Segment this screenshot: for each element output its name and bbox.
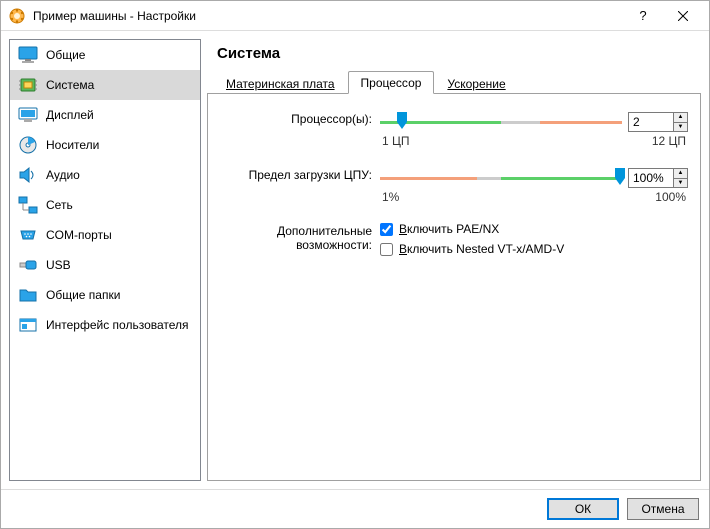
- close-button[interactable]: [663, 2, 703, 30]
- cpu-min-label: 1 ЦП: [382, 134, 410, 148]
- sidebar-item-serial[interactable]: COM-порты: [10, 220, 200, 250]
- content-area: Общие Система Дисплей Носители Аудио Сет…: [1, 31, 709, 489]
- window-title: Пример машины - Настройки: [33, 9, 623, 23]
- tab-body: Процессор(ы):: [207, 94, 701, 481]
- usb-icon: [18, 256, 38, 274]
- sidebar-item-label: Общие папки: [46, 288, 120, 302]
- sidebar-item-usb[interactable]: USB: [10, 250, 200, 280]
- chip-icon: [18, 76, 38, 94]
- tab-acceleration[interactable]: Ускорение: [434, 72, 518, 94]
- display-icon: [18, 106, 38, 124]
- cancel-button[interactable]: Отмена: [627, 498, 699, 520]
- network-icon: [18, 196, 38, 214]
- tabstrip: Материнская плата Процессор Ускорение: [207, 70, 701, 94]
- exec-cap-slider[interactable]: [380, 166, 622, 190]
- cpu-count-label: Процессор(ы):: [220, 110, 380, 126]
- monitor-icon: [18, 46, 38, 64]
- sidebar-item-shared[interactable]: Общие папки: [10, 280, 200, 310]
- row-extras: Дополнительные возможности: Включить PAE…: [220, 222, 688, 262]
- cpu-count-spinner[interactable]: ▲▼: [628, 112, 688, 132]
- page-title: Система: [207, 39, 701, 70]
- sidebar-item-label: COM-порты: [46, 228, 112, 242]
- extras-label: Дополнительные возможности:: [220, 222, 380, 252]
- sidebar-item-system[interactable]: Система: [10, 70, 200, 100]
- tab-processor[interactable]: Процессор: [348, 71, 435, 94]
- tab-motherboard[interactable]: Материнская плата: [213, 72, 348, 94]
- exec-cap-input[interactable]: [628, 168, 674, 188]
- sidebar-item-label: Дисплей: [46, 108, 94, 122]
- button-bar: ОК Отмена: [1, 489, 709, 528]
- titlebar: Пример машины - Настройки ?: [1, 1, 709, 31]
- spin-down-icon[interactable]: ▼: [674, 179, 687, 188]
- main-panel: Система Материнская плата Процессор Уско…: [207, 39, 701, 481]
- sidebar-item-display[interactable]: Дисплей: [10, 100, 200, 130]
- cpu-max-label: 12 ЦП: [652, 134, 686, 148]
- nested-checkbox[interactable]: [380, 243, 393, 256]
- exec-cap-label: Предел загрузки ЦПУ:: [220, 166, 380, 182]
- execcap-min-label: 1%: [382, 190, 399, 204]
- nested-label: Включить Nested VT-x/AMD-V: [399, 242, 564, 256]
- cpu-count-slider[interactable]: [380, 110, 622, 134]
- spin-up-icon[interactable]: ▲: [674, 169, 687, 179]
- sidebar-item-audio[interactable]: Аудио: [10, 160, 200, 190]
- sidebar-item-label: Аудио: [46, 168, 80, 182]
- sidebar-item-general[interactable]: Общие: [10, 40, 200, 70]
- sidebar-item-label: Общие: [46, 48, 85, 62]
- row-cpu-count: Процессор(ы):: [220, 110, 688, 148]
- spin-up-icon[interactable]: ▲: [674, 113, 687, 123]
- sidebar-item-storage[interactable]: Носители: [10, 130, 200, 160]
- folder-icon: [18, 286, 38, 304]
- pae-checkbox[interactable]: [380, 223, 393, 236]
- exec-cap-spinner[interactable]: ▲▼: [628, 168, 688, 188]
- ok-button[interactable]: ОК: [547, 498, 619, 520]
- execcap-max-label: 100%: [655, 190, 686, 204]
- ui-icon: [18, 316, 38, 334]
- cpu-count-input[interactable]: [628, 112, 674, 132]
- sidebar-item-label: USB: [46, 258, 71, 272]
- sidebar-item-label: Система: [46, 78, 94, 92]
- sidebar-item-label: Сеть: [46, 198, 73, 212]
- app-icon: [9, 8, 25, 24]
- spin-down-icon[interactable]: ▼: [674, 123, 687, 132]
- sidebar: Общие Система Дисплей Носители Аудио Сет…: [9, 39, 201, 481]
- speaker-icon: [18, 166, 38, 184]
- sidebar-item-ui[interactable]: Интерфейс пользователя: [10, 310, 200, 340]
- serial-icon: [18, 226, 38, 244]
- row-exec-cap: Предел загрузки ЦПУ:: [220, 166, 688, 204]
- help-button[interactable]: ?: [623, 2, 663, 30]
- sidebar-item-label: Носители: [46, 138, 99, 152]
- disk-icon: [18, 136, 38, 154]
- pae-label: Включить PAE/NX: [399, 222, 499, 236]
- sidebar-item-label: Интерфейс пользователя: [46, 318, 189, 332]
- sidebar-item-network[interactable]: Сеть: [10, 190, 200, 220]
